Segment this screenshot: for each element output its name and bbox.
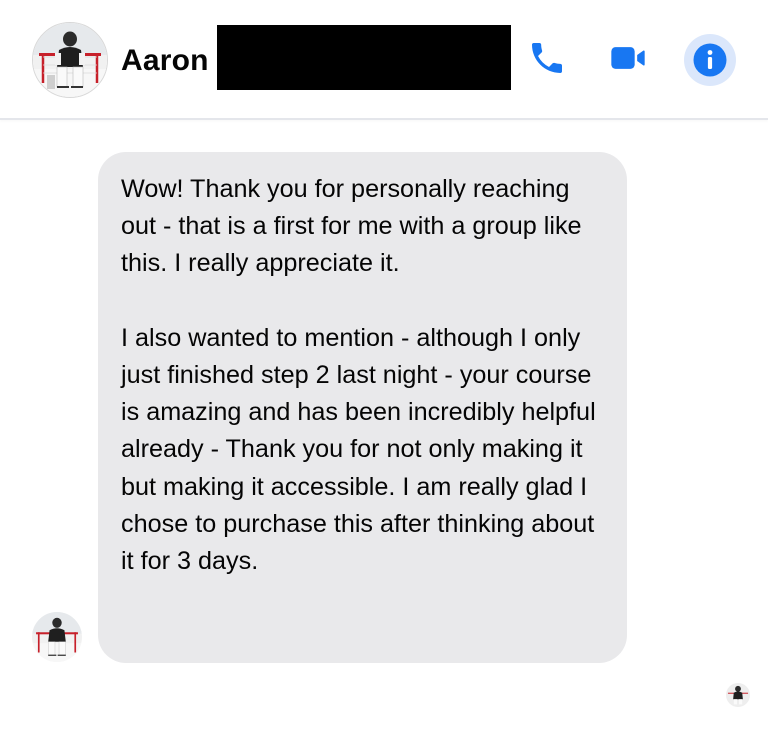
profile-photo-hockey-goalie-icon [33, 23, 107, 97]
seen-indicator [726, 683, 750, 707]
conversation-info-button[interactable] [684, 34, 736, 86]
seen-avatar-icon [726, 683, 750, 707]
conversation-header: Aaron [0, 0, 768, 120]
phone-icon [532, 43, 562, 73]
message-paragraph: I also wanted to mention - although I on… [121, 323, 596, 576]
sender-avatar[interactable] [32, 612, 82, 662]
messenger-conversation: Aaron Wow! Thank you for personally reac… [0, 0, 768, 749]
video-camera-icon [611, 47, 645, 69]
info-icon [693, 43, 727, 77]
message-bubble[interactable]: Wow! Thank you for personally reaching o… [98, 152, 627, 663]
redaction-bar [217, 25, 511, 90]
profile-photo-hockey-goalie-icon [32, 612, 82, 662]
contact-name[interactable]: Aaron [121, 44, 209, 78]
video-call-button[interactable] [605, 35, 651, 81]
message-paragraph: Wow! Thank you for personally reaching o… [121, 175, 582, 278]
audio-call-button[interactable] [524, 35, 570, 81]
contact-avatar[interactable] [32, 22, 108, 98]
